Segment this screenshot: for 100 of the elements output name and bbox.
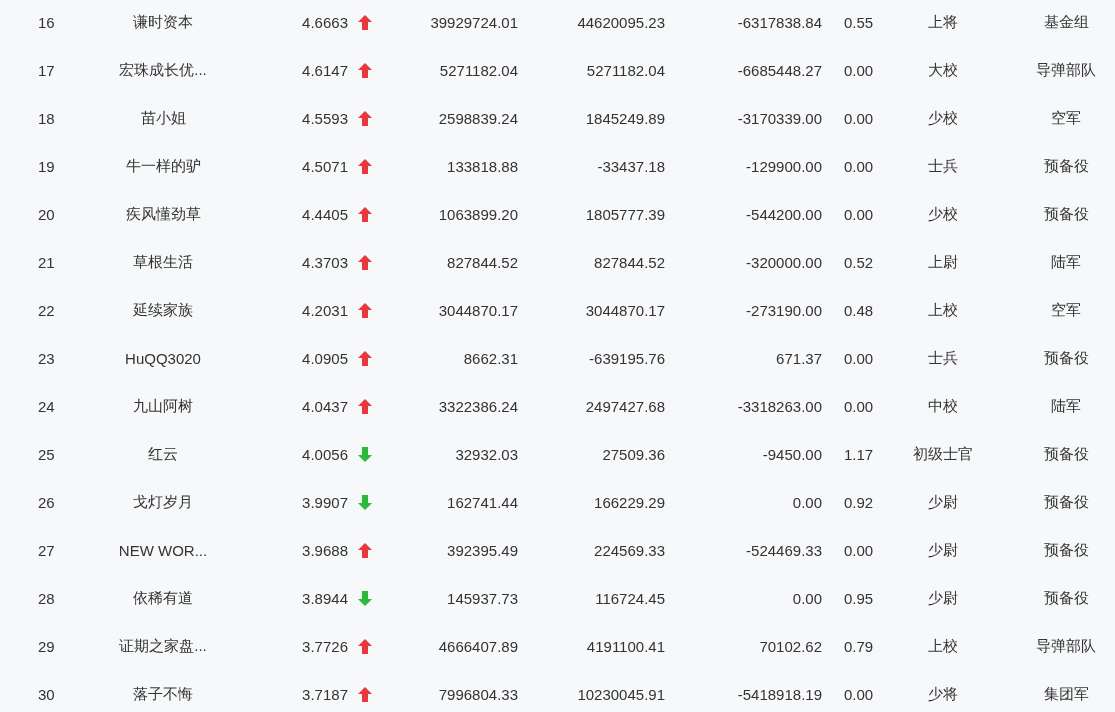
table-cell-text: 空军 xyxy=(1050,108,1082,128)
score-cell: 4.0437 xyxy=(302,397,348,415)
table-cell-text: -3170339.00 xyxy=(736,109,823,127)
table-cell-text: 2497427.68 xyxy=(584,397,666,415)
table-cell-text: 39929724.01 xyxy=(429,13,519,31)
table-cell-text: -129900.00 xyxy=(745,157,823,175)
table-cell-text: 少尉 xyxy=(927,588,959,608)
table-cell-text: 827844.52 xyxy=(446,253,519,271)
table-cell-text: 3044870.17 xyxy=(584,301,666,319)
table-cell-text: 少校 xyxy=(927,108,959,128)
table-cell-text: 1.17 xyxy=(843,445,875,463)
table-cell-text: -6317838.84 xyxy=(736,13,823,31)
name-cell-text: NEW WOR... xyxy=(117,541,209,559)
table-cell-text: 陆军 xyxy=(1050,252,1082,272)
rank-cell-text: 21 xyxy=(37,253,56,271)
table-cell-text: 0.95 xyxy=(843,589,875,607)
rank-cell-text: 19 xyxy=(37,157,56,175)
table-cell-text: -639195.76 xyxy=(588,349,666,367)
table-cell-text: 1805777.39 xyxy=(584,205,666,223)
name-cell-text: 延续家族 xyxy=(132,300,194,320)
table-cell-text: 2598839.24 xyxy=(437,109,519,127)
name-cell-text: 谦时资本 xyxy=(132,12,194,32)
table-cell-text: 陆军 xyxy=(1050,396,1082,416)
rank-cell-text: 27 xyxy=(37,541,56,559)
score-cell: 3.8944 xyxy=(302,589,348,607)
table-cell-text: 4191100.41 xyxy=(585,637,666,655)
table-cell-text: 162741.44 xyxy=(446,493,519,511)
rank-cell-text: 22 xyxy=(37,301,56,319)
table-cell-text: 集团军 xyxy=(1042,684,1090,704)
table-cell-text: 3044870.17 xyxy=(437,301,519,319)
table-cell-text: 166229.29 xyxy=(593,493,666,511)
table-cell-text: 预备役 xyxy=(1042,156,1090,176)
table-cell-text: 中校 xyxy=(927,396,959,416)
table-cell-text: 初级士官 xyxy=(912,444,974,464)
name-cell-text: 红云 xyxy=(147,444,179,464)
table-cell-text: 671.37 xyxy=(775,349,823,367)
table-cell-text: -524469.33 xyxy=(745,541,823,559)
table-cell-text: 392395.49 xyxy=(446,541,519,559)
score-cell: 4.6663 xyxy=(302,13,348,31)
table-cell-text: -3318263.00 xyxy=(736,397,823,415)
table-cell-text: 4666407.89 xyxy=(437,637,519,655)
table-cell-text: 0.00 xyxy=(843,205,875,223)
rank-cell-text: 30 xyxy=(37,685,56,703)
table-cell-text: 0.00 xyxy=(843,541,875,559)
name-cell-text: 苗小姐 xyxy=(139,108,187,128)
rank-cell-text: 25 xyxy=(37,445,56,463)
table-cell-text: 少校 xyxy=(927,204,959,224)
score-cell: 4.2031 xyxy=(302,301,348,319)
score-cell: 3.9688 xyxy=(302,541,348,559)
score-cell: 3.7726 xyxy=(302,637,348,655)
rank-cell-text: 17 xyxy=(37,61,56,79)
score-cell: 4.0056 xyxy=(302,445,348,463)
table-cell-text: 预备役 xyxy=(1042,492,1090,512)
name-cell-text: 九山阿树 xyxy=(132,396,194,416)
table-cell-text: 0.52 xyxy=(843,253,875,271)
table-cell-text: 224569.33 xyxy=(593,541,666,559)
table-cell-text: 基金组 xyxy=(1042,12,1090,32)
table-cell-text: 0.00 xyxy=(791,589,823,607)
table-cell-text: 0.00 xyxy=(843,349,875,367)
table-cell-text: -33437.18 xyxy=(596,157,666,175)
table-cell-text: -6685448.27 xyxy=(736,61,823,79)
score-cell: 3.7187 xyxy=(302,685,348,703)
table-cell-text: 上将 xyxy=(927,12,959,32)
score-cell: 4.3703 xyxy=(302,253,348,271)
table-cell-text: 0.00 xyxy=(843,109,875,127)
table-cell-text: 空军 xyxy=(1050,300,1082,320)
table-cell-text: 1845249.89 xyxy=(584,109,666,127)
table-cell-text: 44620095.23 xyxy=(576,13,666,31)
table-cell-text: -9450.00 xyxy=(761,445,823,463)
table-cell-text: 少尉 xyxy=(927,540,959,560)
table-cell-text: 27509.36 xyxy=(601,445,666,463)
table-cell-text: 士兵 xyxy=(927,348,959,368)
table-cell-text: -320000.00 xyxy=(745,253,823,271)
score-cell: 4.0905 xyxy=(302,349,348,367)
table-cell-text: 预备役 xyxy=(1042,540,1090,560)
table-cell-text: 导弹部队 xyxy=(1035,636,1097,656)
table-cell-text: 预备役 xyxy=(1042,444,1090,464)
table-cell-text: 上校 xyxy=(927,300,959,320)
table-cell-text: 0.00 xyxy=(843,61,875,79)
name-cell-text: 疾风懂劲草 xyxy=(124,204,202,224)
table-cell-text: 0.00 xyxy=(843,685,875,703)
rank-cell-text: 23 xyxy=(37,349,56,367)
table-cell-text: 0.00 xyxy=(843,157,875,175)
table-cell-text: 少将 xyxy=(927,684,959,704)
score-cell: 4.5071 xyxy=(302,157,348,175)
name-cell-text: 牛一样的驴 xyxy=(124,156,202,176)
rank-cell-text: 29 xyxy=(37,637,56,655)
rank-cell-text: 20 xyxy=(37,205,56,223)
rank-cell-text: 28 xyxy=(37,589,56,607)
table-cell-text: 116724.45 xyxy=(594,589,666,607)
table-cell-text: 5271182.04 xyxy=(585,61,666,79)
table-cell-text: 8662.31 xyxy=(462,349,519,367)
score-cell: 4.5593 xyxy=(302,109,348,127)
table-cell-text: 0.55 xyxy=(843,13,875,31)
name-cell-text: HuQQ3020 xyxy=(124,349,202,367)
table-cell-text: 0.92 xyxy=(843,493,875,511)
table-cell-text: 70102.62 xyxy=(758,637,823,655)
table-cell-text: 预备役 xyxy=(1042,348,1090,368)
name-cell-text: 草根生活 xyxy=(132,252,194,272)
table-cell-text: 上尉 xyxy=(927,252,959,272)
